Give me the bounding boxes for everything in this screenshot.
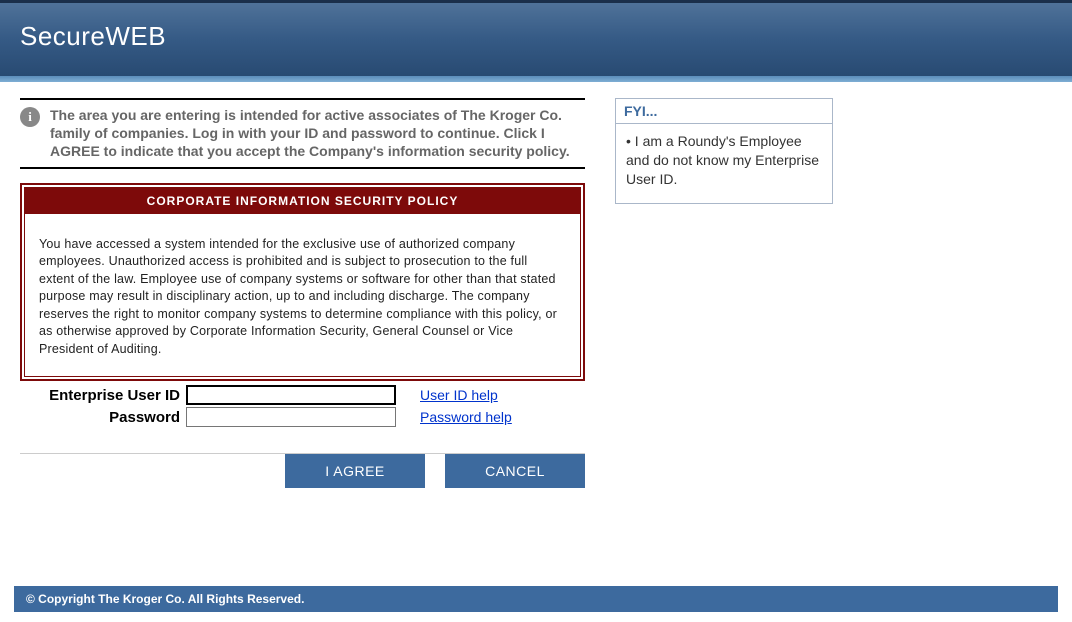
info-icon: i bbox=[20, 107, 40, 127]
password-label: Password bbox=[20, 409, 180, 426]
fyi-title: FYI... bbox=[616, 99, 832, 124]
header: SecureWEB bbox=[0, 3, 1072, 76]
cancel-button[interactable]: CANCEL bbox=[445, 454, 585, 488]
policy-body: You have accessed a system intended for … bbox=[25, 214, 580, 377]
password-help-link[interactable]: Password help bbox=[420, 409, 512, 425]
password-input[interactable] bbox=[186, 407, 396, 427]
fyi-item-label: I am a Roundy's Employee and do not know… bbox=[626, 133, 819, 187]
fyi-panel: FYI... • I am a Roundy's Employee and do… bbox=[615, 98, 833, 204]
user-id-label: Enterprise User ID bbox=[20, 387, 180, 404]
policy-title: CORPORATE INFORMATION SECURITY POLICY bbox=[25, 188, 580, 214]
page-title: SecureWEB bbox=[20, 21, 1052, 52]
login-notice: i The area you are entering is intended … bbox=[20, 98, 585, 169]
button-bar: I AGREE CANCEL bbox=[20, 453, 585, 488]
fyi-item-roundys[interactable]: • I am a Roundy's Employee and do not kn… bbox=[626, 132, 822, 189]
user-id-help-link[interactable]: User ID help bbox=[420, 387, 498, 403]
user-id-input[interactable] bbox=[186, 385, 396, 405]
footer-copyright: © Copyright The Kroger Co. All Rights Re… bbox=[14, 586, 1058, 612]
policy-panel: CORPORATE INFORMATION SECURITY POLICY Yo… bbox=[20, 183, 585, 382]
agree-button[interactable]: I AGREE bbox=[285, 454, 425, 488]
login-notice-text: The area you are entering is intended fo… bbox=[50, 106, 585, 161]
